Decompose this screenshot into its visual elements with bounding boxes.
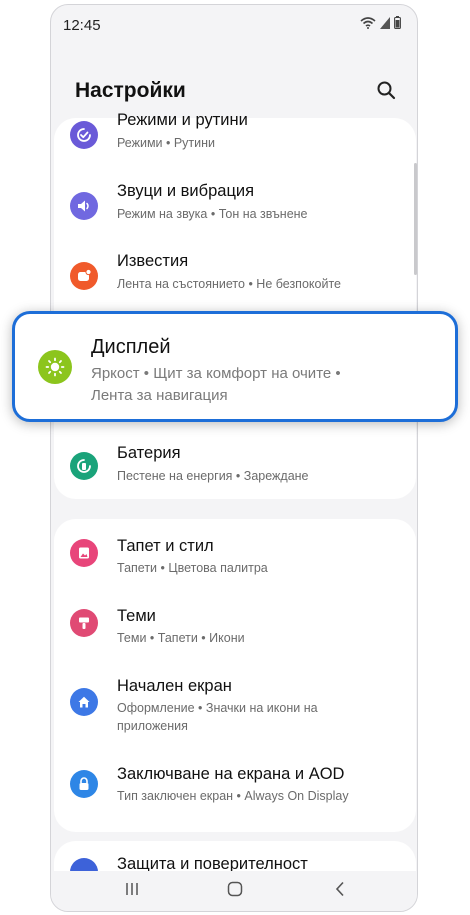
sun-icon bbox=[38, 350, 72, 384]
settings-item-subtitle: Яркост • Щит за комфорт на очите • bbox=[91, 365, 341, 382]
settings-item-title: Тапет и стил bbox=[117, 537, 214, 555]
speaker-icon bbox=[70, 192, 98, 220]
settings-item-title: Известия bbox=[117, 252, 189, 270]
home-nav-icon bbox=[227, 881, 243, 902]
settings-item-notifications[interactable]: Известия Лента на състоянието • Не безпо… bbox=[54, 245, 416, 307]
recent-apps-button[interactable] bbox=[117, 879, 147, 903]
status-bar: 12:45 bbox=[51, 5, 417, 45]
settings-item-subtitle-line2: приложения bbox=[117, 719, 188, 733]
search-icon bbox=[376, 80, 396, 105]
settings-item-modes[interactable]: Режими и рутини Режими • Рутини bbox=[54, 104, 416, 166]
settings-item-subtitle: Тип заключен екран • Always On Display bbox=[117, 789, 349, 803]
status-time: 12:45 bbox=[63, 17, 101, 34]
settings-item-subtitle: Лента на състоянието • Не безпокойте bbox=[117, 277, 341, 291]
home-button[interactable] bbox=[220, 879, 250, 903]
settings-item-battery[interactable]: Батерия Пестене на енергия • Зареждане bbox=[54, 435, 416, 497]
settings-item-title: Режими и рутини bbox=[117, 111, 248, 129]
settings-item-wallpaper[interactable]: Тапет и стил Тапети • Цветова палитра bbox=[54, 519, 416, 581]
settings-item-lock-screen[interactable]: Заключване на екрана и AOD Тип заключен … bbox=[54, 755, 416, 817]
page-title: Настройки bbox=[75, 79, 186, 102]
settings-item-subtitle: Тапети • Цветова палитра bbox=[117, 561, 268, 575]
phone-screen: 12:45 Настройки Режими и рутини Режими •… bbox=[50, 4, 418, 912]
status-icons bbox=[360, 16, 401, 34]
settings-item-title: Батерия bbox=[117, 444, 181, 462]
modes-icon bbox=[70, 121, 98, 149]
settings-item-themes[interactable]: Теми Теми • Тапети • Икони bbox=[54, 589, 416, 651]
settings-item-title: Дисплей bbox=[91, 336, 171, 358]
settings-item-subtitle: Теми • Тапети • Икони bbox=[117, 631, 245, 645]
settings-group-1: Режими и рутини Режими • Рутини Звуци и … bbox=[54, 111, 416, 499]
signal-icon bbox=[380, 16, 390, 34]
back-icon bbox=[334, 881, 346, 902]
settings-item-subtitle: Режим на звука • Тон на звънене bbox=[117, 207, 308, 221]
settings-item-display[interactable]: Дисплей Яркост • Щит за комфорт на очите… bbox=[12, 311, 458, 422]
settings-item-title: Теми bbox=[117, 607, 156, 625]
settings-item-subtitle: Пестене на енергия • Зареждане bbox=[117, 469, 309, 483]
back-button[interactable] bbox=[325, 879, 355, 903]
theme-brush-icon bbox=[70, 609, 98, 637]
search-button[interactable] bbox=[371, 77, 401, 107]
home-icon bbox=[70, 688, 98, 716]
settings-item-sounds[interactable]: Звуци и вибрация Режим на звука • Тон на… bbox=[54, 175, 416, 237]
settings-item-subtitle: Оформление • Значки на икони на bbox=[117, 701, 318, 715]
settings-item-title: Начален екран bbox=[117, 677, 232, 695]
settings-group-2: Тапет и стил Тапети • Цветова палитра Те… bbox=[54, 519, 416, 832]
settings-item-title: Заключване на екрана и AOD bbox=[117, 765, 345, 783]
battery-status-icon bbox=[394, 16, 401, 34]
settings-item-subtitle-line2: Лента за навигация bbox=[91, 387, 228, 404]
wifi-icon bbox=[360, 16, 376, 34]
settings-item-subtitle: Режими • Рутини bbox=[117, 136, 216, 150]
battery-icon bbox=[70, 452, 98, 480]
settings-item-title: Звуци и вибрация bbox=[117, 182, 255, 200]
recent-apps-icon bbox=[124, 882, 140, 901]
settings-item-home-screen[interactable]: Начален екран Оформление • Значки на ико… bbox=[54, 659, 416, 745]
notification-icon bbox=[70, 262, 98, 290]
scrollbar[interactable] bbox=[414, 163, 417, 275]
lock-icon bbox=[70, 770, 98, 798]
navigation-bar bbox=[51, 871, 417, 911]
wallpaper-icon bbox=[70, 539, 98, 567]
